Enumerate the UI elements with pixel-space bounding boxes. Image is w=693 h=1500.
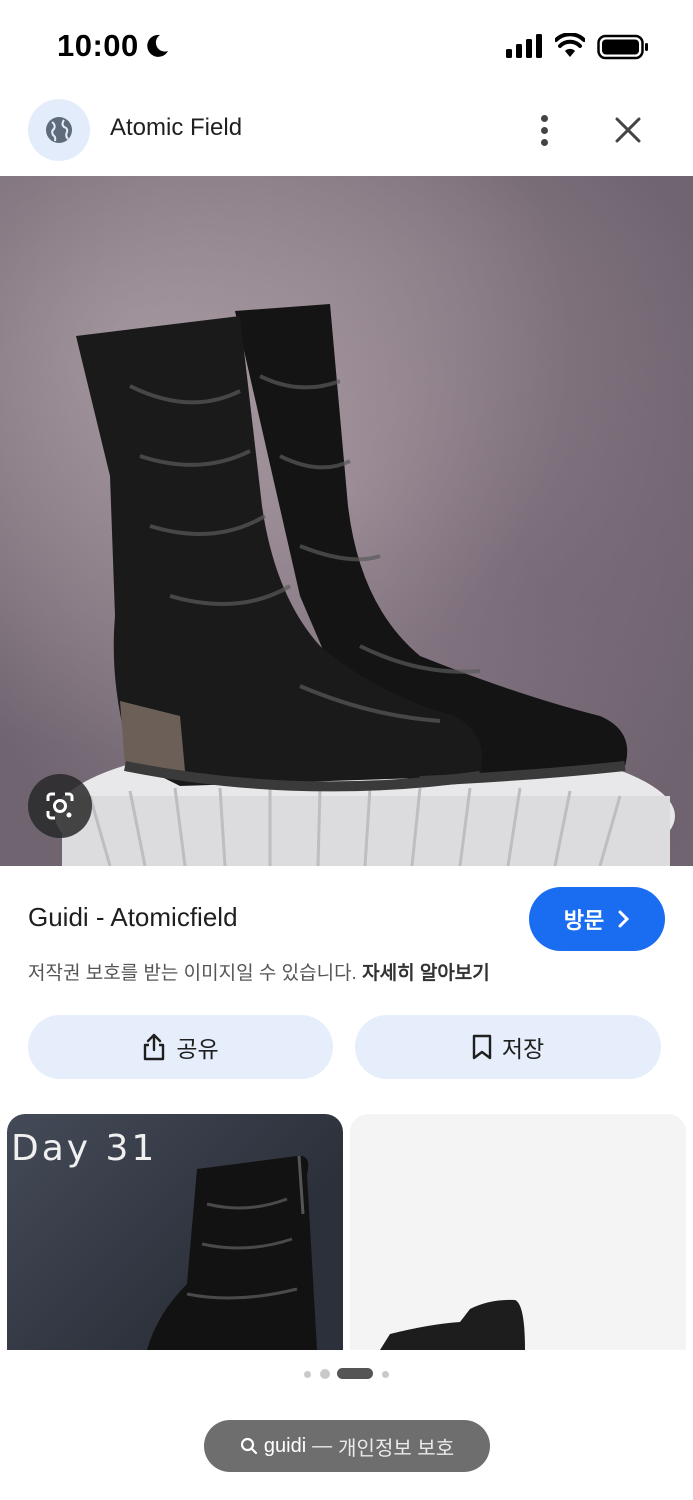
page-dot-active: [337, 1368, 373, 1379]
more-vert-icon: [540, 114, 548, 122]
result-title[interactable]: Guidi - Atomicfield: [28, 902, 238, 933]
visit-button[interactable]: 방문: [529, 887, 665, 951]
more-vert-icon-dot: [540, 126, 548, 134]
boots-photo: [55, 304, 675, 866]
status-bar: 10:00: [0, 0, 693, 92]
lens-search-button[interactable]: [28, 774, 92, 838]
page-dot: [320, 1369, 330, 1379]
chevron-right-icon: [618, 910, 630, 928]
save-button[interactable]: 저장: [355, 1015, 661, 1079]
learn-more-link[interactable]: 자세히 알아보기: [362, 963, 490, 984]
search-query: guidi: [263, 1434, 307, 1457]
bookmark-icon: [472, 1034, 492, 1060]
moon-icon: [147, 34, 168, 57]
share-button[interactable]: 공유: [28, 1015, 333, 1079]
globe-icon: [46, 117, 72, 143]
search-icon: [240, 1437, 257, 1455]
related-result-card[interactable]: Day 31: [7, 1114, 343, 1350]
battery-icon: [597, 34, 648, 60]
close-icon[interactable]: [606, 108, 650, 152]
related-caption: Day 31: [11, 1128, 158, 1169]
copyright-text: 저작권 보호를 받는 이미지일 수 있습니다.: [28, 963, 357, 984]
copyright-notice: 저작권 보호를 받는 이미지일 수 있습니다. 자세히 알아보기: [28, 958, 490, 985]
site-header: Atomic Field: [0, 92, 693, 176]
signal-icon: [506, 34, 542, 58]
save-label: 저장: [501, 1036, 545, 1062]
wifi-icon: [555, 33, 585, 57]
boot-thumbnail: [380, 1299, 525, 1350]
privacy-label: 개인정보 보호: [338, 1437, 455, 1460]
pagination-dots: [0, 1368, 693, 1380]
site-favicon: [28, 99, 90, 161]
site-name[interactable]: Atomic Field: [110, 114, 242, 142]
page-dot: [304, 1371, 311, 1378]
status-time: 10:00: [57, 28, 139, 63]
search-chip[interactable]: guidi — 개인정보 보호: [204, 1420, 490, 1472]
visit-label: 방문: [563, 908, 605, 933]
more-options-button[interactable]: [524, 108, 564, 152]
share-label: 공유: [176, 1036, 219, 1062]
result-image[interactable]: [0, 176, 693, 866]
page-dot: [382, 1371, 389, 1378]
search-separator: —: [312, 1434, 333, 1457]
lens-icon: [46, 792, 74, 820]
share-icon: [144, 1033, 165, 1061]
more-vert-icon-dot: [540, 138, 548, 146]
related-result-card[interactable]: [350, 1114, 686, 1350]
